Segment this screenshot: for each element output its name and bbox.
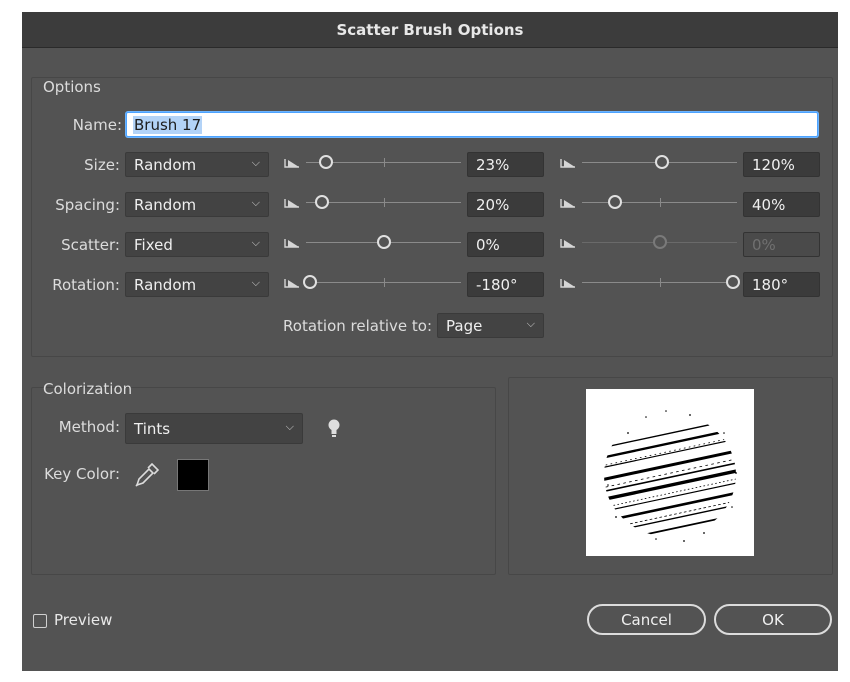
- row-label: Size:: [84, 156, 120, 174]
- row-label: Rotation:: [52, 276, 120, 294]
- name-input[interactable]: Brush 17: [126, 112, 818, 137]
- name-label: Name:: [72, 116, 122, 134]
- max-slider[interactable]: [582, 192, 737, 214]
- max-slider[interactable]: [582, 272, 740, 294]
- method-select[interactable]: Tints ⌵: [125, 413, 303, 444]
- max-slider-thumb[interactable]: [608, 195, 623, 209]
- variation-select[interactable]: Random ⌵: [125, 192, 269, 217]
- max-value-field[interactable]: 0%: [743, 232, 820, 257]
- colorization-section-title: Colorization: [43, 380, 133, 398]
- max-value-field[interactable]: 40%: [743, 192, 820, 217]
- min-slider-thumb[interactable]: [314, 195, 329, 209]
- min-slider[interactable]: [306, 152, 461, 174]
- min-slider[interactable]: [306, 232, 461, 254]
- eyedropper-icon[interactable]: [133, 462, 160, 489]
- variation-select[interactable]: Random ⌵: [125, 152, 269, 177]
- max-value-field[interactable]: 120%: [743, 152, 820, 177]
- preview-label[interactable]: Preview: [54, 611, 112, 629]
- row-label: Scatter:: [61, 236, 120, 254]
- brush-preview: [586, 389, 754, 556]
- min-slider[interactable]: [306, 192, 461, 214]
- min-value-field[interactable]: 20%: [467, 192, 544, 217]
- max-ramp-icon: [560, 237, 576, 251]
- options-section-title: Options: [43, 78, 101, 96]
- max-slider-thumb[interactable]: [652, 235, 667, 249]
- preview-checkbox[interactable]: [33, 614, 47, 628]
- max-slider[interactable]: [582, 152, 737, 174]
- rotation-relative-label: Rotation relative to:: [283, 317, 432, 335]
- min-ramp-icon: [284, 157, 300, 171]
- max-ramp-icon: [560, 157, 576, 171]
- chevron-down-icon: ⌵: [526, 317, 535, 330]
- rotation-relative-value: Page: [446, 316, 483, 335]
- dialog-title: Scatter Brush Options: [22, 12, 838, 48]
- max-slider-thumb[interactable]: [726, 275, 740, 289]
- variation-select[interactable]: Fixed ⌵: [125, 232, 269, 257]
- variation-select[interactable]: Random ⌵: [125, 272, 269, 297]
- variation-select-value: Random: [134, 155, 197, 174]
- min-value-field[interactable]: -180°: [467, 272, 544, 297]
- max-slider[interactable]: [582, 232, 737, 254]
- min-value-field[interactable]: 0%: [467, 232, 544, 257]
- max-ramp-icon: [560, 197, 576, 211]
- chevron-down-icon: ⌵: [251, 156, 260, 169]
- min-slider-thumb[interactable]: [303, 275, 317, 289]
- rotation-relative-select[interactable]: Page ⌵: [437, 313, 544, 338]
- scatter-brush-options-dialog: Scatter Brush Options Options Name: Brus…: [22, 12, 838, 671]
- ok-button[interactable]: OK: [714, 604, 832, 635]
- row-label: Spacing:: [55, 196, 120, 214]
- min-ramp-icon: [284, 237, 300, 251]
- max-value-field[interactable]: 180°: [743, 272, 820, 297]
- max-ramp-icon: [560, 277, 576, 291]
- name-input-value: Brush 17: [133, 115, 203, 134]
- min-slider[interactable]: [303, 272, 461, 294]
- method-value: Tints: [134, 419, 171, 438]
- key-color-swatch[interactable]: [177, 459, 209, 491]
- method-label: Method:: [58, 418, 120, 436]
- min-ramp-icon: [284, 277, 300, 291]
- chevron-down-icon: ⌵: [251, 236, 260, 249]
- chevron-down-icon: ⌵: [285, 420, 294, 433]
- chevron-down-icon: ⌵: [251, 196, 260, 209]
- cancel-button[interactable]: Cancel: [587, 604, 706, 635]
- min-value-field[interactable]: 23%: [467, 152, 544, 177]
- min-slider-thumb[interactable]: [319, 155, 334, 169]
- min-slider-thumb[interactable]: [376, 235, 391, 249]
- variation-select-value: Random: [134, 275, 197, 294]
- key-color-label: Key Color:: [44, 465, 120, 483]
- min-ramp-icon: [284, 197, 300, 211]
- variation-select-value: Fixed: [134, 235, 173, 254]
- chevron-down-icon: ⌵: [251, 276, 260, 289]
- variation-select-value: Random: [134, 195, 197, 214]
- max-slider-thumb[interactable]: [655, 155, 670, 169]
- lightbulb-icon[interactable]: [327, 418, 341, 440]
